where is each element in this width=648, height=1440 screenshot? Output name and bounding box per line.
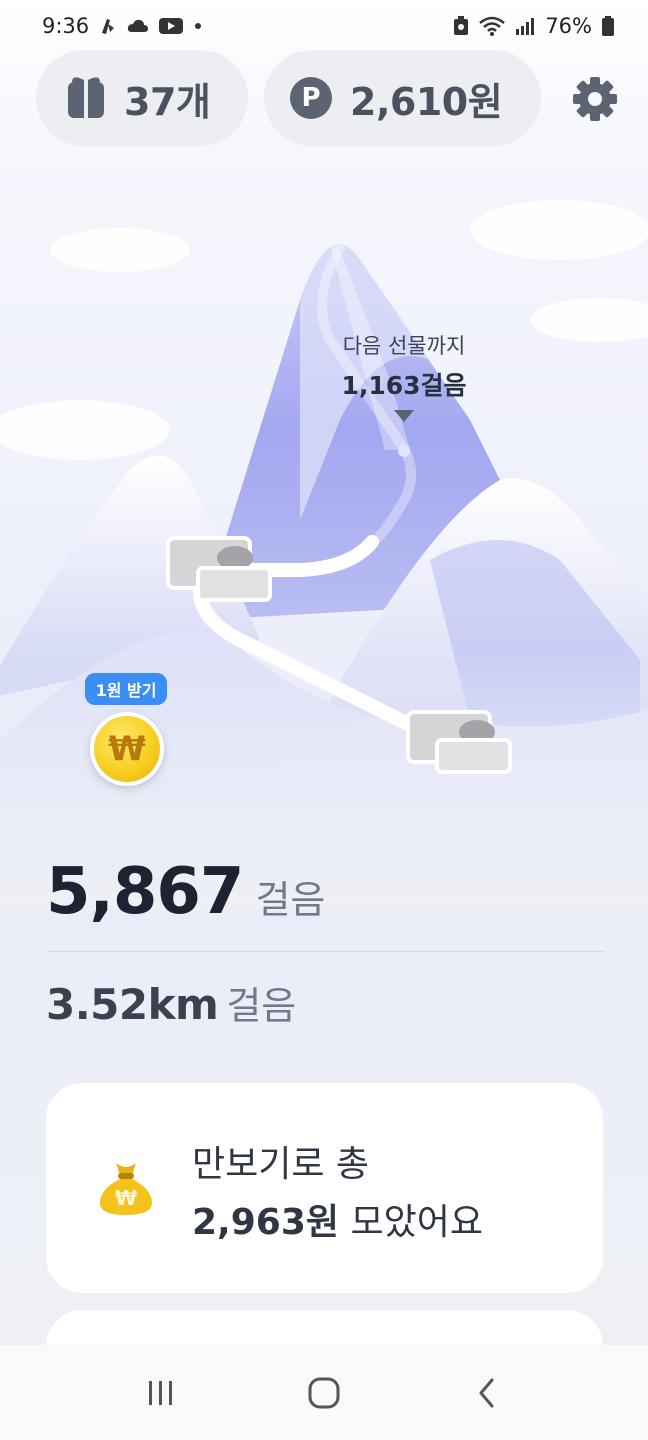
reward-badge[interactable]: 1원 받기 bbox=[85, 673, 167, 705]
total-earnings-card[interactable]: ₩ 만보기로 총 2,963원 모았어요 bbox=[46, 1083, 603, 1293]
next-gift-tooltip: 다음 선물까지 1,163걸음 bbox=[300, 330, 508, 422]
next-gift-steps: 1,163걸음 bbox=[341, 371, 467, 400]
tooltip-arrow-icon bbox=[394, 410, 414, 422]
step-count: 5,867 걸음 bbox=[46, 855, 325, 929]
total-card-suffix: 모았어요 bbox=[350, 1202, 483, 1243]
status-time: 9:36 bbox=[42, 14, 90, 38]
status-bar: 9:36 76% bbox=[0, 0, 648, 52]
steps-unit: 걸음 bbox=[255, 878, 326, 922]
total-card-amount-line: 2,963원 모았어요 bbox=[192, 1193, 483, 1245]
gift-count-button[interactable]: 37개 bbox=[36, 50, 248, 146]
back-button[interactable] bbox=[447, 1363, 527, 1423]
point-balance: 2,610원 bbox=[350, 79, 503, 124]
notification-icon bbox=[102, 19, 115, 34]
divider bbox=[46, 951, 604, 952]
wifi-icon bbox=[479, 16, 506, 36]
recycle-icon bbox=[454, 16, 469, 35]
battery-percent: 76% bbox=[545, 14, 592, 38]
gear-icon[interactable] bbox=[572, 76, 618, 122]
signal-icon bbox=[516, 18, 535, 35]
system-nav-bar bbox=[0, 1345, 648, 1440]
distance-unit: 걸음 bbox=[226, 984, 297, 1028]
gift-icon bbox=[68, 77, 104, 118]
youtube-icon bbox=[159, 18, 184, 34]
coin-icon[interactable]: ₩ bbox=[90, 712, 164, 786]
money-bag-icon: ₩ bbox=[100, 1163, 152, 1215]
back-icon bbox=[479, 1378, 494, 1407]
gift-count: 37개 bbox=[124, 79, 211, 124]
cloud-icon bbox=[128, 19, 149, 32]
distance-value: 3.52km bbox=[46, 980, 219, 1029]
total-card-title: 만보기로 총 bbox=[192, 1144, 370, 1185]
battery-icon bbox=[602, 16, 614, 36]
recent-apps-icon bbox=[149, 1380, 173, 1405]
total-amount: 2,963원 bbox=[192, 1202, 339, 1243]
point-icon: P bbox=[290, 77, 332, 119]
recent-apps-button[interactable] bbox=[121, 1363, 201, 1423]
points-button[interactable]: P 2,610원 bbox=[264, 50, 541, 146]
steps-value: 5,867 bbox=[46, 855, 244, 929]
won-symbol: ₩ bbox=[108, 729, 146, 769]
distance: 3.52km 걸음 bbox=[46, 975, 296, 1030]
dot-icon bbox=[195, 23, 202, 29]
next-gift-label: 다음 선물까지 bbox=[342, 334, 466, 358]
svg-text:₩: ₩ bbox=[115, 1186, 137, 1210]
home-button[interactable] bbox=[284, 1363, 364, 1423]
home-icon bbox=[308, 1377, 340, 1408]
